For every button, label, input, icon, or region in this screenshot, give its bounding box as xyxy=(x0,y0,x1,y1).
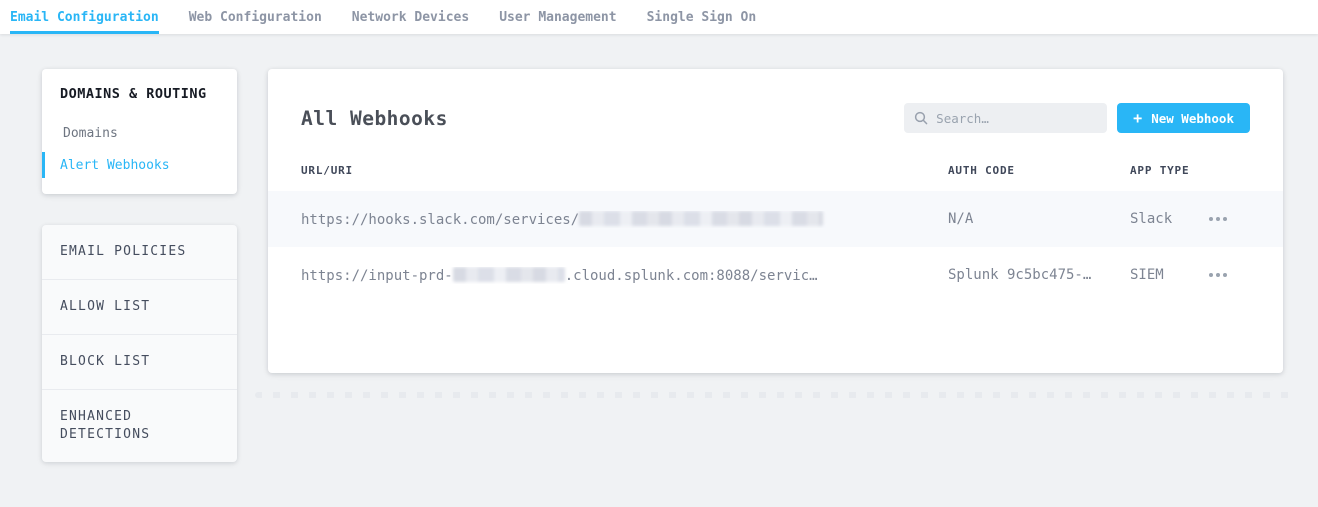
search-icon xyxy=(914,111,928,125)
new-webhook-button[interactable]: + New Webhook xyxy=(1117,103,1250,133)
tab-network-devices[interactable]: Network Devices xyxy=(352,0,469,34)
column-header-app-type: APP TYPE xyxy=(1130,164,1207,177)
auth-code-cell: N/A xyxy=(948,211,1130,227)
domains-routing-title: DOMAINS & ROUTING xyxy=(60,86,219,102)
ellipsis-icon xyxy=(1209,217,1213,221)
row-menu-button[interactable] xyxy=(1207,211,1229,227)
tab-web-configuration[interactable]: Web Configuration xyxy=(189,0,322,34)
auth-code-cell: Splunk 9c5bc475-… xyxy=(948,267,1130,283)
search-box xyxy=(904,103,1107,133)
tab-single-sign-on[interactable]: Single Sign On xyxy=(647,0,757,34)
actions-cell xyxy=(1207,267,1250,283)
url-text-suffix: .cloud.splunk.com:8088/servic… xyxy=(565,268,818,284)
main-header: All Webhooks + New Webhook xyxy=(268,69,1283,133)
page-title: All Webhooks xyxy=(301,107,448,130)
sidebar-item-email-policies[interactable]: EMAIL POLICIES xyxy=(42,225,237,279)
table-row-slack-webhook[interactable]: https://hooks.slack.com/services/ N/A Sl… xyxy=(268,191,1283,247)
sidebar-item-domains[interactable]: Domains xyxy=(42,120,237,146)
table-header-row: URL/URI AUTH CODE APP TYPE xyxy=(268,162,1283,178)
search-input[interactable] xyxy=(936,111,1097,126)
all-webhooks-card: All Webhooks + New Webhook URL/URI AUTH … xyxy=(268,69,1283,373)
new-webhook-label: New Webhook xyxy=(1151,111,1234,126)
redacted-url-segment xyxy=(453,267,565,282)
domains-routing-card: DOMAINS & ROUTING Domains Alert Webhooks xyxy=(42,69,237,194)
ellipsis-icon xyxy=(1209,273,1213,277)
table-row-splunk-webhook[interactable]: https://input-prd- .cloud.splunk.com:8088… xyxy=(268,247,1283,303)
routing-items: Domains Alert Webhooks xyxy=(42,120,237,178)
tab-user-management[interactable]: User Management xyxy=(499,0,616,34)
app-type-cell: SIEM xyxy=(1130,267,1207,283)
actions-cell xyxy=(1207,211,1250,227)
sidebar: DOMAINS & ROUTING Domains Alert Webhooks… xyxy=(42,69,237,462)
url-text: https://input-prd- xyxy=(301,268,453,284)
top-nav: Email Configuration Web Configuration Ne… xyxy=(0,0,1318,34)
row-menu-button[interactable] xyxy=(1207,267,1229,283)
url-text: https://hooks.slack.com/services/ xyxy=(301,212,579,228)
webhook-url-cell: https://hooks.slack.com/services/ xyxy=(301,211,948,228)
sidebar-item-alert-webhooks[interactable]: Alert Webhooks xyxy=(42,152,237,178)
policy-card-group: EMAIL POLICIES ALLOW LIST BLOCK LIST ENH… xyxy=(42,225,237,462)
app-type-cell: Slack xyxy=(1130,211,1207,227)
column-header-auth-code: AUTH CODE xyxy=(948,164,1130,177)
header-actions: + New Webhook xyxy=(904,103,1250,133)
webhook-url-cell: https://input-prd- .cloud.splunk.com:8088… xyxy=(301,267,948,284)
sidebar-item-allow-list[interactable]: ALLOW LIST xyxy=(42,279,237,334)
plus-icon: + xyxy=(1133,111,1142,126)
tab-email-configuration[interactable]: Email Configuration xyxy=(10,0,159,34)
page-content: DOMAINS & ROUTING Domains Alert Webhooks… xyxy=(0,34,1318,462)
sidebar-item-block-list[interactable]: BLOCK LIST xyxy=(42,334,237,389)
sidebar-item-enhanced-detections[interactable]: ENHANCED DETECTIONS xyxy=(42,389,237,462)
column-header-url: URL/URI xyxy=(301,164,948,177)
redacted-url-segment xyxy=(579,211,823,226)
